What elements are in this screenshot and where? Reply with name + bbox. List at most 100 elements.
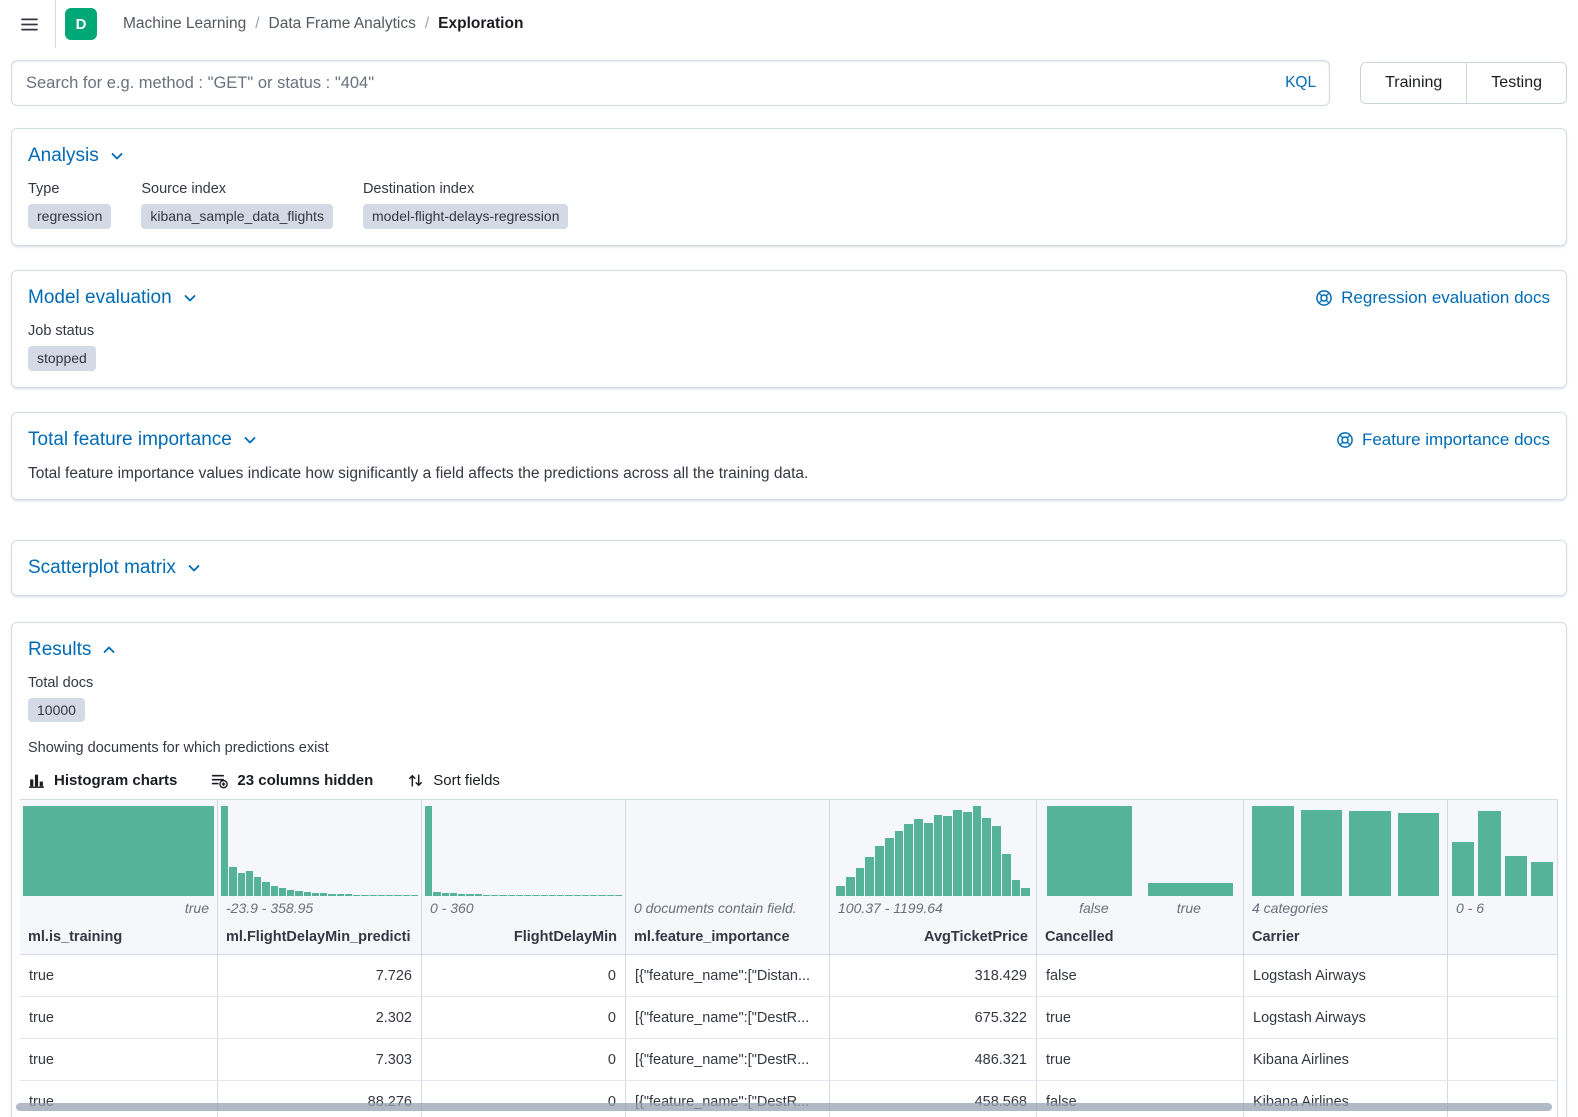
breadcrumb-machine-learning[interactable]: Machine Learning <box>123 15 246 33</box>
histogram-bar <box>982 818 991 896</box>
scatterplot-matrix-section-toggle[interactable]: Scatterplot matrix <box>28 557 202 579</box>
histogram-bar <box>615 895 622 897</box>
histogram-bar <box>378 895 385 897</box>
column-name: Carrier <box>1244 920 1447 954</box>
analysis-field-destination-index: Destination index model-flight-delays-re… <box>363 181 569 229</box>
menu-toggle-button[interactable] <box>12 7 46 41</box>
analysis-field-type: Type regression <box>28 181 111 229</box>
table-body: true7.7260[{"feature_name":["Distan...31… <box>20 955 1558 1117</box>
column-histogram-chart <box>218 800 421 896</box>
table-cell[interactable]: 458.568 <box>830 1081 1037 1117</box>
table-cell[interactable]: 486.321 <box>830 1039 1037 1080</box>
histogram-bar <box>846 877 855 897</box>
table-header-cell[interactable]: falsetrueCancelled <box>1037 800 1244 954</box>
feature-importance-docs-link[interactable]: Feature importance docs <box>1336 430 1550 450</box>
table-cell[interactable] <box>1448 997 1558 1038</box>
table-cell[interactable] <box>1448 955 1558 996</box>
table-row: true2.3020[{"feature_name":["DestR...675… <box>20 997 1558 1039</box>
table-cell[interactable]: [{"feature_name":["DestR... <box>626 997 830 1038</box>
sort-fields-button[interactable]: Sort fields <box>407 772 500 789</box>
histogram-bar <box>361 895 368 897</box>
column-histogram-chart <box>626 800 829 896</box>
table-header-cell[interactable]: 4 categoriesCarrier <box>1244 800 1448 954</box>
table-header-cell[interactable]: 0 - 360FlightDelayMin <box>422 800 626 954</box>
histogram-charts-button[interactable]: Histogram charts <box>28 772 177 789</box>
table-cell[interactable]: [{"feature_name":["DestR... <box>626 1039 830 1080</box>
job-status-label: Job status <box>28 323 1550 339</box>
column-name: Cancelled <box>1037 920 1243 954</box>
table-cell[interactable]: [{"feature_name":["Distan... <box>626 955 830 996</box>
analysis-field-source-index: Source index kibana_sample_data_flights <box>141 181 333 229</box>
histogram-bar <box>973 806 982 896</box>
horizontal-scrollbar[interactable] <box>16 1103 1552 1111</box>
histogram-bar <box>353 895 360 897</box>
histogram-bar <box>914 819 923 896</box>
table-cell[interactable]: 2.302 <box>218 997 422 1038</box>
table-cell[interactable]: [{"feature_name":["DestR... <box>626 1081 830 1117</box>
table-cell[interactable]: true <box>20 997 218 1038</box>
table-cell[interactable]: 675.322 <box>830 997 1037 1038</box>
model-evaluation-section-toggle[interactable]: Model evaluation <box>28 287 198 309</box>
table-cell[interactable]: 7.726 <box>218 955 422 996</box>
column-histogram-chart <box>830 800 1036 896</box>
table-header-cell[interactable]: 0 documents contain field.ml.feature_imp… <box>626 800 830 954</box>
histogram-bar <box>433 892 440 897</box>
search-input[interactable] <box>11 60 1330 106</box>
breadcrumb-data-frame-analytics[interactable]: Data Frame Analytics <box>269 15 416 33</box>
table-header-cell[interactable]: -23.9 - 358.95ml.FlightDelayMin_predicti <box>218 800 422 954</box>
table-cell[interactable]: true <box>20 1039 218 1080</box>
chevron-down-icon <box>186 560 202 576</box>
total-feature-importance-section-toggle[interactable]: Total feature importance <box>28 429 258 451</box>
table-cell[interactable]: 0 <box>422 1039 626 1080</box>
table-cell[interactable]: Logstash Airways <box>1244 955 1448 996</box>
table-cell[interactable]: 0 <box>422 997 626 1038</box>
analysis-section-toggle[interactable]: Analysis <box>28 145 125 167</box>
table-cell[interactable] <box>1448 1081 1558 1117</box>
testing-button[interactable]: Testing <box>1466 63 1566 103</box>
table-cell[interactable]: true <box>20 1081 218 1117</box>
top-navigation-bar: D Machine Learning / Data Frame Analytic… <box>0 0 1578 48</box>
table-cell[interactable]: 7.303 <box>218 1039 422 1080</box>
table-cell[interactable]: Kibana Airlines <box>1244 1081 1448 1117</box>
hamburger-icon <box>21 16 38 33</box>
results-title: Results <box>28 639 91 661</box>
table-cell[interactable]: 88.276 <box>218 1081 422 1117</box>
grid-toolbar: Histogram charts 23 columns hidden Sort … <box>28 772 1550 789</box>
table-cell[interactable]: 0 <box>422 1081 626 1117</box>
analysis-fields: Type regression Source index kibana_samp… <box>28 181 1550 229</box>
table-cell[interactable]: true <box>20 955 218 996</box>
type-label: Type <box>28 181 111 197</box>
table-cell[interactable]: false <box>1037 955 1244 996</box>
histogram-bar <box>23 806 214 896</box>
results-section-toggle[interactable]: Results <box>28 639 117 661</box>
table-cell[interactable]: Logstash Airways <box>1244 997 1448 1038</box>
histogram-bar <box>532 895 539 897</box>
table-cell[interactable]: Kibana Airlines <box>1244 1039 1448 1080</box>
table-cell[interactable] <box>1448 1039 1558 1080</box>
regression-evaluation-docs-link[interactable]: Regression evaluation docs <box>1315 288 1550 308</box>
histogram-bar <box>403 895 410 897</box>
training-button[interactable]: Training <box>1361 63 1466 103</box>
table-header-cell[interactable]: trueml.is_training <box>20 800 218 954</box>
scatterplot-matrix-title: Scatterplot matrix <box>28 557 176 579</box>
column-name: ml.FlightDelayMin_predicti <box>218 920 421 954</box>
table-cell[interactable]: 0 <box>422 955 626 996</box>
kql-button[interactable]: KQL <box>1285 74 1316 92</box>
histogram-bar <box>1012 880 1021 896</box>
table-header-cell[interactable]: 100.37 - 1199.64AvgTicketPrice <box>830 800 1037 954</box>
table-header-cell[interactable]: 0 - 6 <box>1448 800 1558 954</box>
histogram-bar <box>1021 888 1030 896</box>
table-cell[interactable]: true <box>1037 1039 1244 1080</box>
space-avatar[interactable]: D <box>65 8 97 40</box>
table-cell[interactable]: 318.429 <box>830 955 1037 996</box>
analysis-panel: Analysis Type regression Source index ki… <box>11 128 1567 246</box>
results-panel: Results Total docs 10000 Showing documen… <box>11 622 1567 1117</box>
histogram-bar <box>934 815 943 897</box>
histogram-bar <box>1505 856 1527 897</box>
search-row: KQL Training Testing <box>11 60 1567 106</box>
histogram-bar <box>607 895 614 897</box>
columns-hidden-button[interactable]: 23 columns hidden <box>211 772 373 789</box>
table-cell[interactable]: true <box>1037 997 1244 1038</box>
column-name: FlightDelayMin <box>422 920 625 954</box>
table-cell[interactable]: false <box>1037 1081 1244 1117</box>
